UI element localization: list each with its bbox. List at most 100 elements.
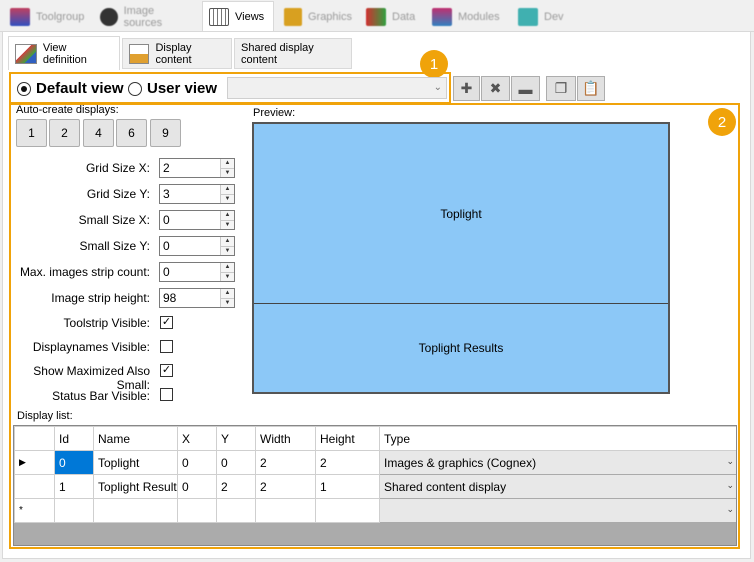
auto-create-label: Auto-create displays: <box>16 104 119 116</box>
default-view-label: Default view <box>36 80 124 97</box>
stepper-value: 0 <box>163 265 170 279</box>
checkmark-icon: ✓ <box>161 316 172 328</box>
column-header[interactable]: Width <box>255 426 316 451</box>
tab-label: Views <box>235 11 265 23</box>
paste-view-button[interactable]: 📋 <box>577 76 605 101</box>
view-definition-icon <box>15 43 37 64</box>
spin-up-icon[interactable]: ▲ <box>221 289 234 298</box>
show-maximized-small-checkbox[interactable]: ✓ <box>160 364 173 377</box>
table-cell[interactable]: 0 <box>177 450 217 475</box>
max-strip-count-stepper[interactable]: 0 ▲ ▼ <box>159 262 235 282</box>
tab-display-content[interactable]: Display content <box>122 38 232 69</box>
table-cell[interactable]: 2 <box>315 450 380 475</box>
image-strip-height-stepper[interactable]: 98 ▲ ▼ <box>159 288 235 308</box>
table-cell[interactable] <box>54 498 94 523</box>
table-cell[interactable]: 0 <box>216 450 256 475</box>
copy-icon: ❐ <box>554 80 568 96</box>
spin-down-icon[interactable]: ▼ <box>221 167 234 177</box>
table-cell[interactable] <box>216 498 256 523</box>
remove-view-button[interactable]: ▬ <box>511 76 540 101</box>
auto-create-1-button[interactable]: 1 <box>16 119 47 147</box>
spin-down-icon[interactable]: ▼ <box>221 245 234 255</box>
spin-down-icon[interactable]: ▼ <box>221 219 234 229</box>
table-cell[interactable] <box>177 498 217 523</box>
tab-modules[interactable]: Modules <box>426 3 510 31</box>
views-icon <box>209 8 229 26</box>
auto-create-6-button[interactable]: 6 <box>116 119 147 147</box>
spin-up-icon[interactable]: ▲ <box>221 237 234 246</box>
table-cell[interactable]: 2 <box>255 474 316 499</box>
table-cell[interactable]: 0 <box>54 450 94 475</box>
table-cell[interactable]: 0 <box>177 474 217 499</box>
add-view-button[interactable]: ✚ <box>453 76 480 101</box>
preview-canvas: Toplight Toplight Results <box>252 122 670 394</box>
grid-size-x-stepper[interactable]: 2 ▲ ▼ <box>159 158 235 178</box>
toolstrip-visible-checkbox[interactable]: ✓ <box>160 316 173 329</box>
auto-create-9-button[interactable]: 9 <box>150 119 181 147</box>
table-cell[interactable]: 1 <box>315 474 380 499</box>
table-cell[interactable] <box>315 498 380 523</box>
grid-size-x-label: Grid Size X: <box>85 161 150 175</box>
spin-down-icon[interactable]: ▼ <box>221 193 234 203</box>
edit-view-button[interactable]: ✖ <box>481 76 510 101</box>
table-cell[interactable]: 2 <box>216 474 256 499</box>
table-cell[interactable]: 2 <box>255 450 316 475</box>
spin-up-icon[interactable]: ▲ <box>221 263 234 272</box>
table-header-row: Id Name X Y Width Height Type <box>14 426 736 451</box>
table-cell[interactable]: Toplight Results <box>93 474 178 499</box>
tab-data[interactable]: Data <box>360 3 424 31</box>
table-row[interactable]: 1 Toplight Results 0 2 2 1 Shared conten… <box>14 474 736 499</box>
grid-size-y-stepper[interactable]: 3 ▲ ▼ <box>159 184 235 204</box>
tab-label: Graphics <box>307 11 352 23</box>
column-header[interactable]: Id <box>54 426 94 451</box>
auto-create-2-button[interactable]: 2 <box>49 119 80 147</box>
table-row[interactable]: ▶ 0 Toplight 0 0 2 2 Images & graphics (… <box>14 450 736 475</box>
copy-view-button[interactable]: ❐ <box>546 76 576 101</box>
spin-up-icon[interactable]: ▲ <box>221 211 234 220</box>
display-content-icon <box>129 43 150 64</box>
displaynames-visible-label: Displaynames Visible: <box>32 340 150 354</box>
new-row[interactable]: * ⌄ <box>14 498 736 523</box>
column-header[interactable]: X <box>177 426 217 451</box>
preview-display-toplight-results[interactable]: Toplight Results <box>254 304 668 392</box>
chevron-down-icon: ⌄ <box>726 504 734 514</box>
user-view-combo[interactable]: ⌄ <box>227 77 447 99</box>
minus-icon: ▬ <box>518 80 533 97</box>
column-header[interactable]: Y <box>216 426 256 451</box>
table-cell[interactable]: 1 <box>54 474 94 499</box>
status-bar-visible-checkbox[interactable] <box>160 388 173 401</box>
paste-icon: 📋 <box>582 80 600 96</box>
type-dropdown[interactable]: Images & graphics (Cognex) ⌄ <box>379 450 736 475</box>
column-header[interactable]: Name <box>93 426 178 451</box>
small-size-x-stepper[interactable]: 0 ▲ ▼ <box>159 210 235 230</box>
auto-create-4-button[interactable]: 4 <box>83 119 114 147</box>
type-dropdown[interactable]: ⌄ <box>379 498 736 523</box>
tab-dev[interactable]: Dev <box>512 3 572 31</box>
spin-up-icon[interactable]: ▲ <box>221 185 234 194</box>
tab-graphics[interactable]: Graphics <box>278 3 358 31</box>
user-view-radio[interactable]: User view <box>128 80 217 97</box>
column-header[interactable]: Height <box>315 426 380 451</box>
default-view-radio[interactable]: Default view <box>17 80 124 97</box>
table-cell[interactable] <box>255 498 316 523</box>
tab-shared-display-content[interactable]: Shared display content <box>234 38 352 69</box>
tab-image-sources[interactable]: Image sources <box>94 3 200 31</box>
tab-view-definition[interactable]: View definition <box>8 36 120 70</box>
table-cell[interactable]: Toplight <box>93 450 178 475</box>
toolstrip-visible-label: Toolstrip Visible: <box>63 316 150 330</box>
spin-down-icon[interactable]: ▼ <box>221 271 234 281</box>
type-dropdown[interactable]: Shared content display ⌄ <box>379 474 736 499</box>
column-header[interactable]: Type <box>379 426 736 451</box>
preview-display-toplight[interactable]: Toplight <box>254 124 668 304</box>
chevron-down-icon: ⌄ <box>726 456 734 466</box>
table-cell[interactable] <box>93 498 178 523</box>
displaynames-visible-checkbox[interactable] <box>160 340 173 353</box>
spin-down-icon[interactable]: ▼ <box>221 297 234 307</box>
spin-up-icon[interactable]: ▲ <box>221 159 234 168</box>
tab-toolgroup[interactable]: Toolgroup <box>4 3 92 31</box>
tab-views[interactable]: Views <box>202 1 274 32</box>
small-size-y-stepper[interactable]: 0 ▲ ▼ <box>159 236 235 256</box>
toolgroup-icon <box>10 8 30 26</box>
tab-label: Dev <box>544 11 564 23</box>
type-value: Shared content display <box>384 479 507 494</box>
